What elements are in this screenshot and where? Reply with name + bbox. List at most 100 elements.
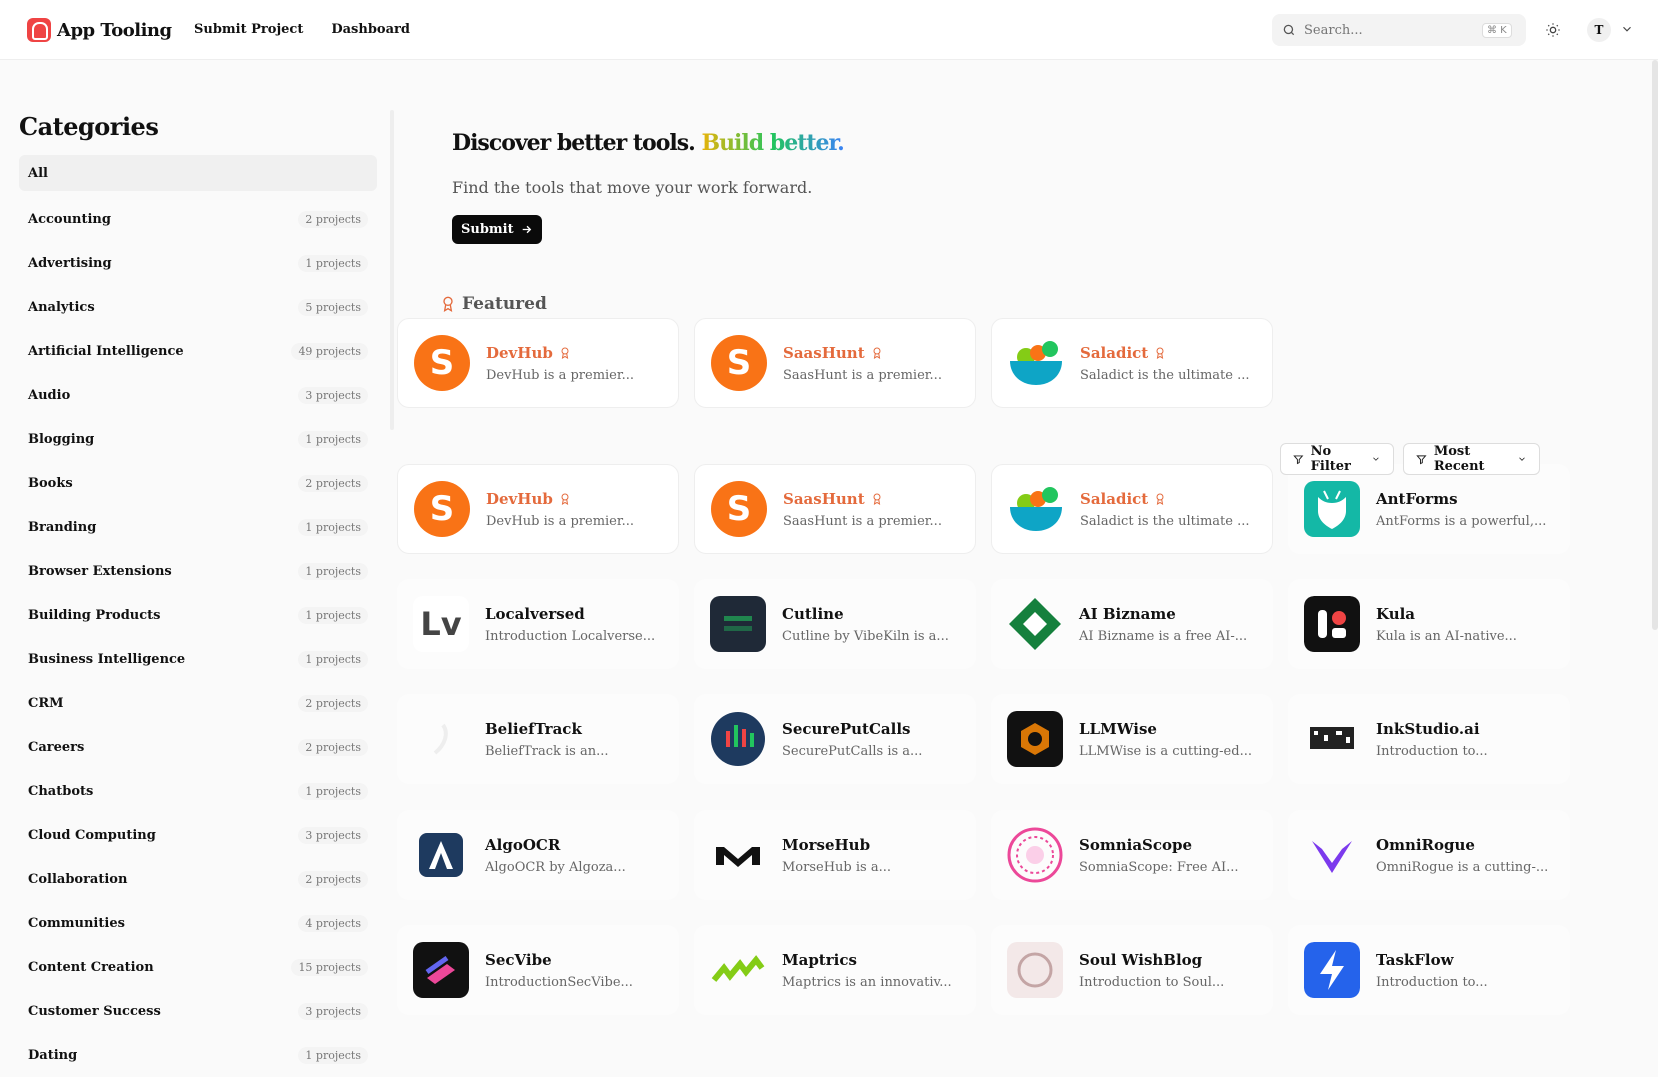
submit-button[interactable]: Submit <box>452 215 542 244</box>
project-card[interactable]: Cutline Cutline by VibeKiln is a... <box>694 579 976 669</box>
project-name-row: SecurePutCalls <box>782 720 922 738</box>
category-item[interactable]: Chatbots 1 projects <box>19 769 377 813</box>
category-count-badge: 1 projects <box>298 254 368 272</box>
category-item[interactable]: Business Intelligence 1 projects <box>19 637 377 681</box>
category-count-badge: 1 projects <box>298 782 368 800</box>
category-item[interactable]: Customer Success 3 projects <box>19 989 377 1033</box>
project-name: SecVibe <box>485 950 552 969</box>
award-icon <box>561 493 569 505</box>
project-card-info: OmniRogue OmniRogue is a cutting-... <box>1376 836 1548 875</box>
category-item[interactable]: Content Creation 15 projects <box>19 945 377 989</box>
project-name-row: AntForms <box>1376 490 1546 508</box>
project-card[interactable]: S SaasHunt SaasHunt is a premier... <box>694 318 976 408</box>
category-label: Artificial Intelligence <box>28 343 184 359</box>
project-card[interactable]: Maptrics Maptrics is an innovativ... <box>694 925 976 1015</box>
category-item[interactable]: Artificial Intelligence 49 projects <box>19 329 377 373</box>
project-card[interactable]: SecVibe IntroductionSecVibe... <box>397 925 679 1015</box>
project-card[interactable]: OmniRogue OmniRogue is a cutting-... <box>1288 810 1570 900</box>
project-card[interactable]: SomniaScope SomniaScope: Free AI... <box>991 810 1273 900</box>
nav-submit-project[interactable]: Submit Project <box>194 22 303 37</box>
project-card[interactable]: Saladict Saladict is the ultimate ... <box>991 318 1273 408</box>
category-item[interactable]: Branding 1 projects <box>19 505 377 549</box>
project-name-row: Kula <box>1376 605 1517 623</box>
search-input[interactable] <box>1304 22 1474 38</box>
project-description: DevHub is a premier... <box>486 513 635 529</box>
category-count-badge: 15 projects <box>291 958 368 976</box>
category-item[interactable]: Audio 3 projects <box>19 373 377 417</box>
project-description: MorseHub is a... <box>782 859 891 875</box>
search-box[interactable]: ⌘ K <box>1272 14 1526 46</box>
project-name-row: MorseHub <box>782 836 891 854</box>
project-name: Saladict <box>1080 489 1149 508</box>
project-card[interactable]: Kula Kula is an AI-native... <box>1288 579 1570 669</box>
project-description: Introduction to Soul... <box>1079 974 1225 990</box>
project-description: SaasHunt is a premier... <box>783 513 942 529</box>
page-scrollbar[interactable] <box>1652 60 1658 630</box>
project-name-row: Saladict <box>1080 344 1250 362</box>
project-description: LLMWise is a cutting-ed... <box>1079 743 1252 759</box>
project-name: AI Bizname <box>1079 604 1176 623</box>
category-item[interactable]: Communities 4 projects <box>19 901 377 945</box>
project-card[interactable]: MorseHub MorseHub is a... <box>694 810 976 900</box>
category-label: Branding <box>28 519 97 535</box>
category-item[interactable]: Books 2 projects <box>19 461 377 505</box>
category-item[interactable]: Browser Extensions 1 projects <box>19 549 377 593</box>
category-item-all[interactable]: All <box>19 155 377 191</box>
chevron-down-icon[interactable] <box>1620 22 1634 36</box>
category-item[interactable]: Careers 2 projects <box>19 725 377 769</box>
project-card-info: AI Bizname AI Bizname is a free AI-... <box>1079 605 1247 644</box>
project-card[interactable]: BeliefTrack BeliefTrack is an... <box>397 694 679 784</box>
category-item[interactable]: Advertising 1 projects <box>19 241 377 285</box>
project-card[interactable]: S DevHub DevHub is a premier... <box>397 464 679 554</box>
project-name: SaasHunt <box>783 343 865 362</box>
nav-dashboard[interactable]: Dashboard <box>331 22 410 37</box>
search-icon <box>1283 24 1295 36</box>
project-card[interactable]: InkStudio.ai Introduction to... <box>1288 694 1570 784</box>
project-name-row: InkStudio.ai <box>1376 720 1488 738</box>
project-card[interactable]: Saladict Saladict is the ultimate ... <box>991 464 1273 554</box>
project-card[interactable]: S SaasHunt SaasHunt is a premier... <box>694 464 976 554</box>
project-description: DevHub is a premier... <box>486 367 635 383</box>
app-logo-icon <box>27 18 51 42</box>
category-item[interactable]: Analytics 5 projects <box>19 285 377 329</box>
project-card[interactable]: Lv Localversed Introduction Localverse... <box>397 579 679 669</box>
project-card[interactable]: TaskFlow Introduction to... <box>1288 925 1570 1015</box>
theme-toggle-button[interactable] <box>1541 18 1565 42</box>
project-description: AntForms is a powerful,... <box>1376 513 1547 529</box>
award-icon <box>443 296 453 312</box>
category-label: Business Intelligence <box>28 651 186 667</box>
filter-label: No Filter <box>1310 444 1351 474</box>
secvibe-logo-icon <box>413 942 469 998</box>
sort-dropdown[interactable]: Most Recent <box>1403 443 1540 475</box>
category-item[interactable]: CRM 2 projects <box>19 681 377 725</box>
project-name-row: Localversed <box>485 605 655 623</box>
project-name-row: Cutline <box>782 605 949 623</box>
user-avatar[interactable]: T <box>1587 18 1611 42</box>
project-name-row: SomniaScope <box>1079 836 1239 854</box>
category-item[interactable]: Cloud Computing 3 projects <box>19 813 377 857</box>
category-item[interactable]: Building Products 1 projects <box>19 593 377 637</box>
project-card[interactable]: Soul WishBlog Introduction to Soul... <box>991 925 1273 1015</box>
project-card[interactable]: AntForms AntForms is a powerful,... <box>1288 464 1570 554</box>
saashunt-logo-icon: S <box>711 481 767 537</box>
project-card-info: Saladict Saladict is the ultimate ... <box>1080 490 1250 529</box>
project-name-row: SaasHunt <box>783 490 942 508</box>
taskflow-logo-icon <box>1304 942 1360 998</box>
search-shortcut-hint: ⌘ K <box>1482 22 1512 38</box>
project-card[interactable]: S DevHub DevHub is a premier... <box>397 318 679 408</box>
category-item[interactable]: Dating 1 projects <box>19 1033 377 1077</box>
project-card[interactable]: AlgoOCR AlgoOCR by Algoza... <box>397 810 679 900</box>
project-card[interactable]: AI Bizname AI Bizname is a free AI-... <box>991 579 1273 669</box>
project-card-info: Cutline Cutline by VibeKiln is a... <box>782 605 949 644</box>
category-label: Collaboration <box>28 871 128 887</box>
app-logo[interactable]: App Tooling <box>27 18 172 42</box>
project-card[interactable]: SecurePutCalls SecurePutCalls is a... <box>694 694 976 784</box>
featured-heading-label: Featured <box>462 294 547 314</box>
category-item[interactable]: Blogging 1 projects <box>19 417 377 461</box>
category-item[interactable]: Accounting 2 projects <box>19 197 377 241</box>
sidebar-scrollbar[interactable] <box>390 110 394 430</box>
project-card[interactable]: LLMWise LLMWise is a cutting-ed... <box>991 694 1273 784</box>
filter-dropdown[interactable]: No Filter <box>1280 443 1394 475</box>
category-item[interactable]: Collaboration 2 projects <box>19 857 377 901</box>
hero-title-accent: Build better. <box>701 130 844 156</box>
